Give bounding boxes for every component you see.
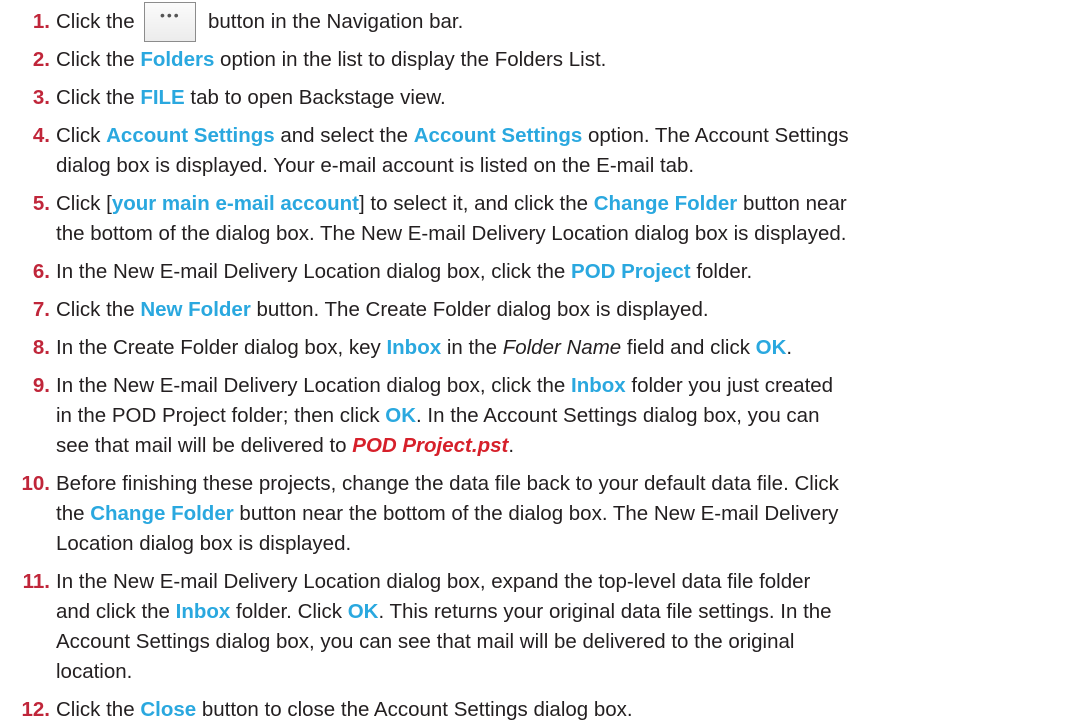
step-text-run: tab to open Backstage view. <box>184 86 446 109</box>
ui-term: Account Settings <box>106 124 275 147</box>
step-text-run: . <box>786 336 793 359</box>
step-text: In the New E-mail Delivery Location dial… <box>56 567 1063 687</box>
step-text-run: folder. <box>690 260 753 283</box>
step-text: Click [your main e-mail account] to sele… <box>56 189 1063 249</box>
step-number: 1. <box>32 10 50 33</box>
step-text-run: in the POD Project folder; then click <box>56 404 386 427</box>
step-text-run: Click the <box>56 86 141 109</box>
step-number: 8. <box>32 336 50 359</box>
ui-term: Folders <box>140 48 215 71</box>
step-text: Before finishing these projects, change … <box>56 469 1063 559</box>
step-number: 10. <box>21 472 51 495</box>
step-text-run: . This returns your original data file s… <box>378 600 832 623</box>
step-text: Click the ••• button in the Navigation b… <box>56 1 1063 42</box>
step-text: Click the FILE tab to open Backstage vie… <box>56 83 1063 113</box>
step-text-run: the bottom of the dialog box. The New E-… <box>56 222 847 245</box>
step-text-run: dialog box is displayed. Your e-mail acc… <box>56 154 695 177</box>
step-number: 5. <box>32 192 50 215</box>
instructions-page: 1. Click the ••• button in the Navigation… <box>0 0 1073 721</box>
field-name: Folder Name <box>502 336 622 359</box>
step-text-run: . <box>508 434 515 457</box>
more-button: ••• <box>144 1 197 42</box>
step-text: Click the Close button to close the Acco… <box>56 695 1063 725</box>
step-number: 9. <box>32 374 50 397</box>
step-12: 12. Click the Close button to close the A… <box>0 695 1063 725</box>
step-text-run: location. <box>56 660 133 683</box>
steps-list: 1. Click the ••• button in the Navigation… <box>0 1 1063 725</box>
step-number: 12. <box>21 698 51 721</box>
step-text-run: option in the list to display the Folder… <box>214 48 607 71</box>
step-text-run: button near <box>737 192 847 215</box>
step-text: Click the New Folder button. The Create … <box>56 295 1063 325</box>
ui-term: Inbox <box>175 600 231 623</box>
file-name: POD Project.pst <box>352 434 509 457</box>
step-text-run: folder you just created <box>625 374 834 397</box>
step-text-run: button in the Navigation bar. <box>202 10 464 33</box>
more-horizontal-icon: ••• <box>159 6 181 23</box>
step-text-run: Account Settings dialog box, you can see… <box>56 630 795 653</box>
ui-term: OK <box>347 600 379 623</box>
step-text: In the New E-mail Delivery Location dial… <box>56 257 1063 287</box>
step-text-run: Click [ <box>56 192 112 215</box>
ui-term: FILE <box>140 86 185 109</box>
step-number: 7. <box>32 298 50 321</box>
step-8: 8. In the Create Folder dialog box, key I… <box>0 333 1063 363</box>
step-number: 6. <box>32 260 50 283</box>
ui-term: Change Folder <box>593 192 738 215</box>
ui-term: POD Project <box>571 260 691 283</box>
ui-term: Change Folder <box>90 502 234 525</box>
step-text-run: In the Create Folder dialog box, key <box>56 336 387 359</box>
step-text-run: button near the bottom of the dialog box… <box>233 502 839 525</box>
step-10: 10. Before finishing these projects, chan… <box>0 469 1063 559</box>
step-6: 6. In the New E-mail Delivery Location di… <box>0 257 1063 287</box>
ui-term: Inbox <box>571 374 626 397</box>
step-text-run: Click <box>56 124 107 147</box>
ui-term: your main e-mail account <box>111 192 360 215</box>
ui-term: OK <box>385 404 417 427</box>
step-1: 1. Click the ••• button in the Navigation… <box>0 1 1063 42</box>
step-7: 7. Click the New Folder button. The Creat… <box>0 295 1063 325</box>
step-text-run: In the New E-mail Delivery Location dial… <box>56 374 572 397</box>
step-text-run: option. The Account Settings <box>582 124 849 147</box>
step-text-run: Click the <box>56 10 141 33</box>
step-text: Click Account Settings and select the Ac… <box>56 121 1063 181</box>
step-number: 11. <box>22 570 50 593</box>
step-text: Click the Folders option in the list to … <box>56 45 1063 75</box>
ui-term: Account Settings <box>413 124 583 147</box>
step-4: 4. Click Account Settings and select the … <box>0 121 1063 181</box>
step-number: 3. <box>32 86 50 109</box>
step-9: 9. In the New E-mail Delivery Location di… <box>0 371 1063 461</box>
step-5: 5. Click [your main e-mail account] to se… <box>0 189 1063 249</box>
step-text: In the New E-mail Delivery Location dial… <box>56 371 1063 461</box>
step-text-run: Click the <box>56 298 141 321</box>
step-text: In the Create Folder dialog box, key Inb… <box>56 333 1063 363</box>
step-text-run: folder. Click <box>230 600 348 623</box>
step-number: 4. <box>32 124 50 147</box>
step-text-run: button. The Create Folder dialog box is … <box>250 298 709 321</box>
step-text-run: In the New E-mail Delivery Location dial… <box>56 260 572 283</box>
step-text-run: in the <box>441 336 503 359</box>
step-3: 3. Click the FILE tab to open Backstage v… <box>0 83 1063 113</box>
step-2: 2. Click the Folders option in the list t… <box>0 45 1063 75</box>
step-number: 2. <box>32 48 50 71</box>
step-text-run: Click the <box>56 48 141 71</box>
step-11: 11. In the New E-mail Delivery Location d… <box>0 567 1063 687</box>
ui-term: OK <box>755 336 787 359</box>
step-text-run: see that mail will be delivered to <box>56 434 353 457</box>
ui-term: New Folder <box>140 298 251 321</box>
step-text-run: and select the <box>274 124 414 147</box>
step-text-run: the <box>56 502 91 525</box>
step-text-run: In the New E-mail Delivery Location dial… <box>56 570 811 593</box>
step-text-run: field and click <box>621 336 756 359</box>
step-text-run: ] to select it, and click the <box>359 192 594 215</box>
step-text-run: Location dialog box is displayed. <box>56 532 352 555</box>
step-text-run: Before finishing these projects, change … <box>56 472 839 495</box>
step-text-run: . In the Account Settings dialog box, yo… <box>416 404 820 427</box>
step-text-run: and click the <box>56 600 176 623</box>
ui-term: Inbox <box>386 336 442 359</box>
